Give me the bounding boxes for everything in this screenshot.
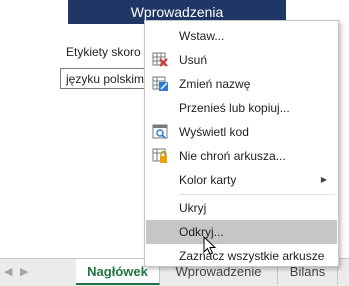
menu-item-select-all-sheets[interactable]: Zaznacz wszystkie arkusze xyxy=(146,244,337,268)
scroll-left-icon[interactable]: ◀ xyxy=(4,265,12,278)
menu-item-tab-color[interactable]: Kolor karty ▶ xyxy=(146,168,337,192)
menu-item-unhide[interactable]: Odkryj... xyxy=(146,220,337,244)
menu-item-delete[interactable]: Usuń xyxy=(146,48,337,72)
delete-sheet-icon xyxy=(152,52,168,67)
menu-item-label: Ukryj xyxy=(179,201,207,215)
menu-item-label: Usuń xyxy=(179,53,208,67)
menu-item-label: Przenieś lub kopiuj... xyxy=(179,101,290,115)
menu-item-label: Zaznacz wszystkie arkusze xyxy=(179,249,325,263)
view-code-icon xyxy=(152,124,168,139)
etykiety-label: Etykiety skoro xyxy=(66,45,141,59)
rename-sheet-icon xyxy=(152,76,168,91)
menu-item-label: Kolor karty xyxy=(179,173,237,187)
menu-item-hide[interactable]: Ukryj xyxy=(146,196,337,220)
menu-item-view-code[interactable]: Wyświetl kod xyxy=(146,120,337,144)
sheet-context-menu: Wstaw... Usuń Zmień nazwę Przenieś lub k… xyxy=(144,20,339,267)
menu-item-unprotect[interactable]: Nie chroń arkusza... xyxy=(146,144,337,168)
menu-item-move-copy[interactable]: Przenieś lub kopiuj... xyxy=(146,96,337,120)
menu-item-label: Zmień nazwę xyxy=(179,77,251,91)
menu-item-label: Nie chroń arkusza... xyxy=(179,149,286,163)
menu-separator xyxy=(179,194,335,195)
mouse-pointer-icon xyxy=(203,236,217,255)
scroll-right-icon[interactable]: ▶ xyxy=(20,265,28,278)
menu-item-insert[interactable]: Wstaw... xyxy=(146,24,337,48)
menu-item-rename[interactable]: Zmień nazwę xyxy=(146,72,337,96)
menu-item-label: Wyświetl kod xyxy=(179,125,249,139)
submenu-arrow-icon: ▶ xyxy=(320,175,327,184)
menu-item-label: Wstaw... xyxy=(179,29,225,43)
unprotect-sheet-icon xyxy=(152,148,167,163)
